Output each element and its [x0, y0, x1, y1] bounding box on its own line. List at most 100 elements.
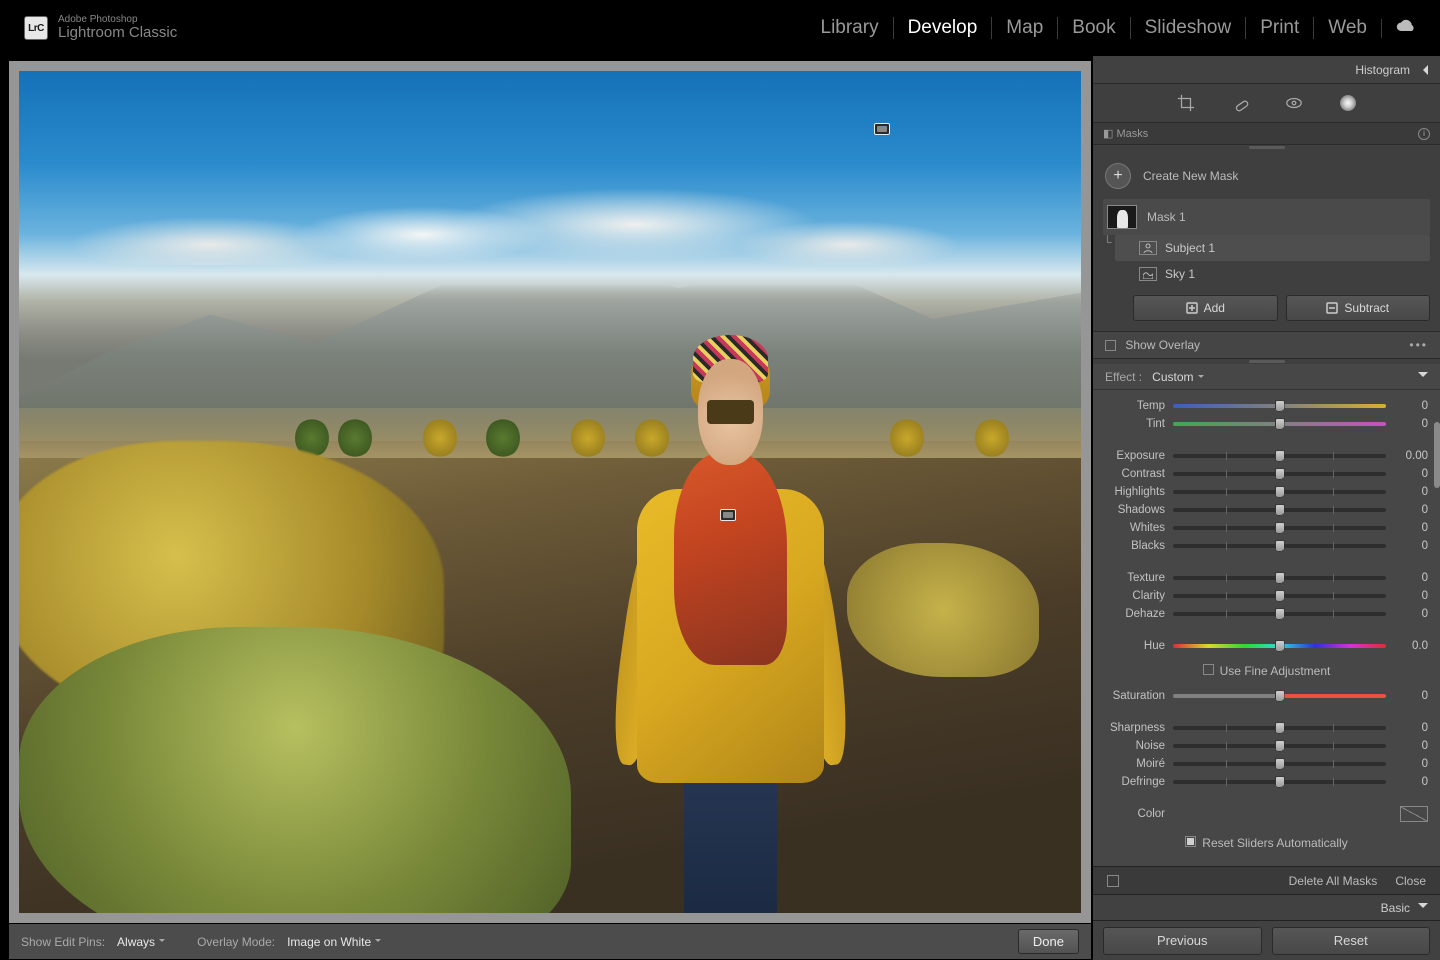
slider-value[interactable]: 0 — [1394, 758, 1428, 770]
slider-temp[interactable]: Temp 0 — [1105, 397, 1428, 415]
slider-noise[interactable]: Noise 0 — [1105, 737, 1428, 755]
module-slideshow[interactable]: Slideshow — [1130, 17, 1246, 39]
crop-tool-icon[interactable] — [1176, 93, 1196, 113]
slider-value[interactable]: 0 — [1394, 400, 1428, 412]
slider-value[interactable]: 0 — [1394, 572, 1428, 584]
slider-knob[interactable] — [1275, 690, 1285, 702]
toggle-panel-icon[interactable] — [1107, 875, 1119, 887]
plus-icon[interactable]: + — [1105, 163, 1131, 189]
previous-button[interactable]: Previous — [1103, 927, 1262, 955]
slider-knob[interactable] — [1275, 540, 1285, 552]
slider-value[interactable]: 0 — [1394, 776, 1428, 788]
slider-highlights[interactable]: Highlights 0 — [1105, 483, 1428, 501]
slider-shadows[interactable]: Shadows 0 — [1105, 501, 1428, 519]
mask-pin-sky[interactable] — [874, 123, 890, 135]
slider-knob[interactable] — [1275, 740, 1285, 752]
fine-adjust-checkbox[interactable] — [1203, 664, 1214, 675]
slider-whites[interactable]: Whites 0 — [1105, 519, 1428, 537]
slider-knob[interactable] — [1275, 572, 1285, 584]
scrollbar-thumb[interactable] — [1434, 422, 1440, 488]
slider-value[interactable]: 0 — [1394, 740, 1428, 752]
module-book[interactable]: Book — [1057, 17, 1129, 39]
mask-component-subject[interactable]: Subject 1 — [1115, 235, 1430, 261]
more-icon[interactable]: ••• — [1409, 338, 1428, 352]
slider-value[interactable]: 0 — [1394, 418, 1428, 430]
slider-knob[interactable] — [1275, 504, 1285, 516]
slider-knob[interactable] — [1275, 608, 1285, 620]
image-canvas[interactable] — [8, 60, 1092, 924]
close-masks-link[interactable]: Close — [1395, 874, 1426, 888]
mask-item-1[interactable]: Mask 1 — [1103, 199, 1430, 235]
slider-value[interactable]: 0 — [1394, 690, 1428, 702]
slider-value[interactable]: 0 — [1394, 722, 1428, 734]
slider-texture[interactable]: Texture 0 — [1105, 569, 1428, 587]
slider-defringe[interactable]: Defringe 0 — [1105, 773, 1428, 791]
slider-knob[interactable] — [1275, 522, 1285, 534]
slider-knob[interactable] — [1275, 468, 1285, 480]
slider-contrast[interactable]: Contrast 0 — [1105, 465, 1428, 483]
slider-sharpness[interactable]: Sharpness 0 — [1105, 719, 1428, 737]
slider-knob[interactable] — [1275, 776, 1285, 788]
effect-preset-dropdown[interactable]: Custom — [1152, 370, 1203, 384]
masking-tool-icon[interactable] — [1338, 93, 1358, 113]
color-swatch[interactable] — [1400, 806, 1428, 822]
mask-subtract-button[interactable]: Subtract — [1286, 295, 1431, 321]
healing-tool-icon[interactable] — [1230, 93, 1250, 113]
slider-value[interactable]: 0.0 — [1394, 640, 1428, 652]
slider-knob[interactable] — [1275, 722, 1285, 734]
show-overlay-row[interactable]: Show Overlay ••• — [1093, 331, 1440, 359]
module-map[interactable]: Map — [991, 17, 1057, 39]
delete-all-masks-link[interactable]: Delete All Masks — [1289, 874, 1378, 888]
slider-knob[interactable] — [1275, 640, 1285, 652]
slider-clarity[interactable]: Clarity 0 — [1105, 587, 1428, 605]
slider-knob[interactable] — [1275, 418, 1285, 430]
done-button[interactable]: Done — [1018, 929, 1079, 954]
slider-value[interactable]: 0 — [1394, 590, 1428, 602]
reset-auto-checkbox[interactable] — [1185, 836, 1196, 847]
mask-component-sky[interactable]: Sky 1 — [1115, 261, 1430, 287]
collapse-icon[interactable] — [1418, 372, 1428, 382]
reset-button[interactable]: Reset — [1272, 927, 1431, 955]
slider-value[interactable]: 0.00 — [1394, 450, 1428, 462]
photo-preview[interactable] — [19, 71, 1081, 913]
info-icon[interactable]: i — [1418, 128, 1430, 140]
mask-pin-subject[interactable] — [720, 509, 736, 521]
mask-name: Mask 1 — [1147, 210, 1186, 224]
histogram-header[interactable]: Histogram — [1093, 56, 1440, 84]
slider-hue[interactable]: Hue 0.0 — [1105, 637, 1428, 655]
slider-knob[interactable] — [1275, 400, 1285, 412]
slider-knob[interactable] — [1275, 450, 1285, 462]
slider-blacks[interactable]: Blacks 0 — [1105, 537, 1428, 555]
module-web[interactable]: Web — [1313, 17, 1381, 39]
slider-knob[interactable] — [1275, 486, 1285, 498]
slider-value[interactable]: 0 — [1394, 468, 1428, 480]
masks-panel-header[interactable]: ◧ Masks i — [1093, 123, 1440, 145]
slider-knob[interactable] — [1275, 590, 1285, 602]
basic-panel-header[interactable]: Basic — [1093, 894, 1440, 920]
cloud-sync-icon[interactable] — [1381, 19, 1416, 38]
show-overlay-checkbox[interactable] — [1105, 340, 1116, 351]
module-develop[interactable]: Develop — [893, 17, 992, 39]
slider-value[interactable]: 0 — [1394, 504, 1428, 516]
slider-saturation[interactable]: Saturation 0 — [1105, 687, 1428, 705]
slider-dehaze[interactable]: Dehaze 0 — [1105, 605, 1428, 623]
overlay-mode-dropdown[interactable]: Image on White — [287, 935, 381, 949]
slider-moire[interactable]: Moiré 0 — [1105, 755, 1428, 773]
masks-label: Masks — [1116, 128, 1148, 140]
slider-tint[interactable]: Tint 0 — [1105, 415, 1428, 433]
adjustment-sliders: Temp 0 Tint 0 Exposure 0.00 Contrast 0 H… — [1093, 390, 1440, 866]
histogram-label: Histogram — [1355, 63, 1410, 77]
slider-knob[interactable] — [1275, 758, 1285, 770]
create-mask-row[interactable]: + Create New Mask — [1103, 157, 1430, 199]
redeye-tool-icon[interactable] — [1284, 93, 1304, 113]
slider-value[interactable]: 0 — [1394, 608, 1428, 620]
module-print[interactable]: Print — [1245, 17, 1313, 39]
slider-label: Sharpness — [1105, 722, 1165, 734]
slider-exposure[interactable]: Exposure 0.00 — [1105, 447, 1428, 465]
slider-value[interactable]: 0 — [1394, 540, 1428, 552]
edit-pins-dropdown[interactable]: Always — [117, 935, 165, 949]
slider-value[interactable]: 0 — [1394, 522, 1428, 534]
module-library[interactable]: Library — [807, 17, 893, 39]
slider-value[interactable]: 0 — [1394, 486, 1428, 498]
mask-add-button[interactable]: Add — [1133, 295, 1278, 321]
